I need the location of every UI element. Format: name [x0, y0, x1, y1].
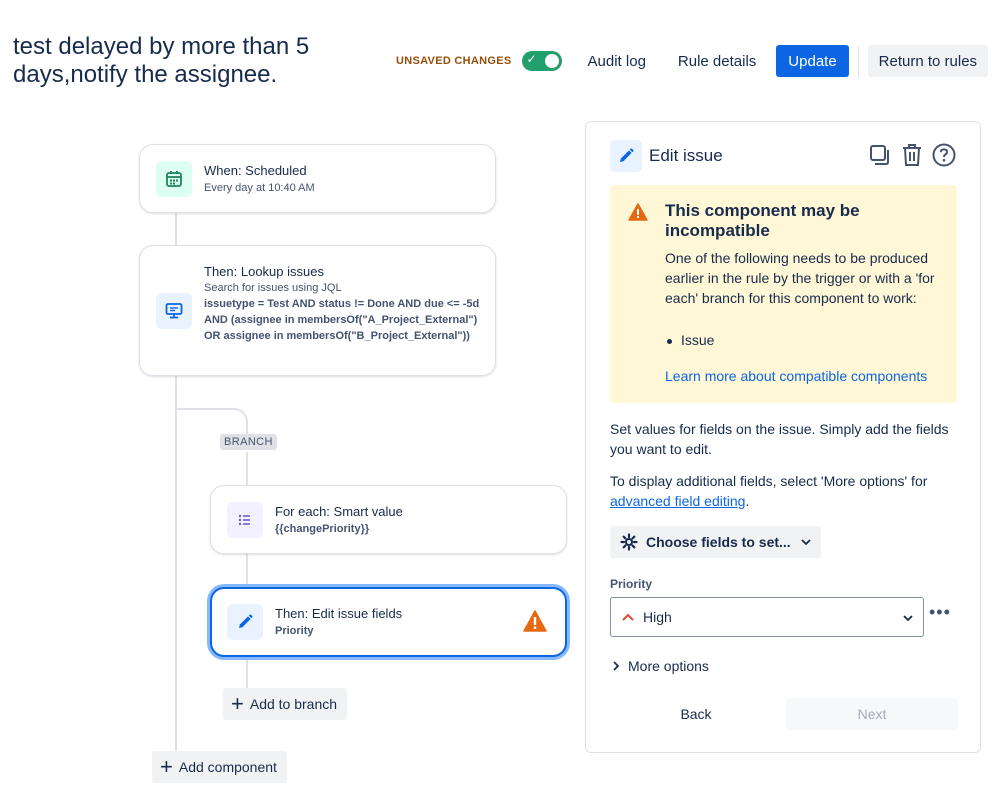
calendar-icon: [156, 161, 192, 197]
more-options-label: More options: [628, 658, 709, 674]
trigger-subtitle: Every day at 10:40 AM: [204, 182, 315, 194]
priority-label: Priority: [610, 577, 653, 591]
panel-description-advanced: To display additional fields, select 'Mo…: [610, 471, 960, 511]
add-to-branch-label: Add to branch: [249, 696, 338, 712]
for-each-title: For each: Smart value: [275, 504, 403, 519]
warning-title: This component may be incompatible: [665, 201, 860, 240]
update-button[interactable]: Update: [776, 45, 849, 77]
branch-label: BRANCH: [220, 434, 277, 450]
add-component-label: Add component: [178, 759, 277, 775]
advanced-text: To display additional fields, select 'Mo…: [610, 473, 928, 489]
list-icon: [227, 502, 263, 538]
rule-title: test delayed by more than 5 days,notify …: [13, 33, 310, 88]
warning-icon: [523, 610, 547, 637]
next-button[interactable]: Next: [786, 698, 958, 730]
rule-details-button[interactable]: Rule details: [666, 47, 768, 76]
priority-select[interactable]: High: [610, 597, 924, 637]
audit-log-button[interactable]: Audit log: [576, 47, 658, 76]
trigger-title: When: Scheduled: [204, 163, 307, 178]
add-component-button[interactable]: + Add component: [152, 751, 287, 783]
panel-title: Edit issue: [649, 146, 723, 165]
plus-icon: +: [160, 754, 173, 779]
warning-icon: [628, 203, 648, 226]
header-divider: [857, 46, 859, 76]
return-to-rules-button[interactable]: Return to rules: [867, 45, 989, 77]
more-options-toggle[interactable]: More options: [612, 658, 709, 674]
trigger-card[interactable]: When: Scheduled Every day at 10:40 AM: [139, 144, 496, 213]
pencil-icon: [610, 140, 642, 172]
lookup-jql: issuetype = Test AND status != Done AND …: [204, 298, 480, 342]
connector-line: [246, 656, 248, 689]
help-icon[interactable]: [932, 142, 956, 168]
pencil-icon: [227, 604, 263, 640]
edit-issue-card[interactable]: Then: Edit issue fields Priority: [210, 587, 567, 657]
monitor-icon: [156, 293, 192, 329]
chevron-right-icon: [612, 661, 620, 671]
connector-line: [175, 212, 177, 246]
choose-fields-label: Choose fields to set...: [646, 534, 791, 550]
copy-icon[interactable]: [868, 142, 892, 168]
trash-icon[interactable]: [900, 142, 924, 168]
choose-fields-button[interactable]: Choose fields to set...: [610, 526, 821, 558]
for-each-card[interactable]: For each: Smart value {{changePriority}}: [210, 485, 567, 554]
chevron-down-icon: [903, 609, 913, 625]
lookup-title: Then: Lookup issues: [204, 264, 324, 279]
panel-description: Set values for fields on the issue. Simp…: [610, 421, 949, 457]
edit-issue-subtitle: Priority: [275, 625, 314, 637]
unsaved-changes-badge: UNSAVED CHANGES: [396, 55, 512, 67]
advanced-field-editing-link[interactable]: advanced field editing: [610, 493, 745, 509]
priority-value: High: [643, 609, 672, 625]
gear-icon: [620, 533, 638, 551]
back-button[interactable]: Back: [610, 698, 782, 730]
incompatible-warning: This component may be incompatible One o…: [610, 185, 957, 403]
header-actions: UNSAVED CHANGES ✓ Audit log Rule details…: [396, 45, 989, 77]
chevron-down-icon: [801, 538, 811, 546]
connector-line: [246, 553, 248, 587]
advanced-suffix: .: [745, 493, 750, 509]
edit-issue-title: Then: Edit issue fields: [275, 606, 403, 621]
add-to-branch-button[interactable]: + Add to branch: [223, 688, 348, 720]
for-each-subtitle: {{changePriority}}: [275, 523, 370, 535]
check-icon: ✓: [526, 52, 537, 66]
lookup-issues-card[interactable]: Then: Lookup issues Search for issues us…: [139, 245, 496, 376]
rule-enabled-toggle[interactable]: ✓: [521, 51, 562, 71]
more-actions-icon[interactable]: •••: [929, 602, 951, 623]
panel-tools: [868, 142, 956, 168]
toggle-knob: [544, 54, 559, 68]
list-item: Issue: [665, 332, 714, 348]
priority-high-icon: [621, 612, 635, 622]
plus-icon: +: [231, 691, 244, 716]
lookup-subtitle: Search for issues using JQL: [204, 282, 342, 294]
connector-line: [246, 452, 248, 486]
component-config-panel: Edit issue This component may be incompa…: [585, 121, 981, 753]
learn-more-link[interactable]: Learn more about compatible components: [665, 368, 927, 384]
warning-list: Issue: [665, 332, 714, 348]
warning-body: One of the following needs to be produce…: [665, 250, 935, 306]
